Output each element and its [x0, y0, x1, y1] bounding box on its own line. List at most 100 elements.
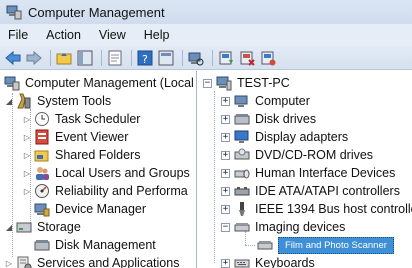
device-category-ide[interactable]: + IDE ATA/ATAPI controllers: [221, 182, 400, 200]
device-category-dvd-drives[interactable]: + DVD/CD-ROM drives: [221, 146, 373, 164]
device-category-hid[interactable]: + Human Interface Devices: [221, 164, 395, 182]
tree-item-reliability[interactable]: ▷ Reliability and Performa: [22, 182, 188, 200]
tree-item-storage[interactable]: ◢ Storage: [4, 218, 81, 236]
expand-box-icon[interactable]: +: [221, 204, 230, 214]
tree-item-label: Disk Management: [55, 238, 156, 252]
tree-item-label: Storage: [37, 220, 81, 234]
ieee1394-icon: [239, 202, 245, 216]
menu-file[interactable]: File: [6, 27, 30, 43]
tree-item-root[interactable]: Computer Management (Local: [4, 74, 194, 92]
collapse-arrow-icon[interactable]: ◢: [4, 96, 14, 106]
expand-box-icon[interactable]: +: [221, 186, 230, 196]
device-tree-label: DVD/CD-ROM drives: [255, 148, 374, 162]
console-tree-pane[interactable]: Computer Management (Local ◢ System Tool…: [0, 71, 197, 268]
uninstall-button[interactable]: [238, 49, 256, 67]
toolbar-separator: [101, 49, 102, 66]
properties-button[interactable]: [106, 49, 124, 67]
computer-management-icon: [4, 76, 20, 91]
tree-item-label: Device Manager: [55, 202, 147, 216]
tree-item-local-users[interactable]: ▷ Local Users and Groups: [22, 164, 190, 182]
device-category-disk-drives[interactable]: + Disk drives: [221, 110, 316, 128]
tree-item-shared-folders[interactable]: ▷ Shared Folders: [22, 146, 141, 164]
show-hide-tree-button[interactable]: [76, 49, 94, 67]
clock-icon: [35, 112, 49, 126]
disable-device-icon: [261, 51, 276, 65]
view-button[interactable]: [157, 49, 175, 67]
expand-box-icon[interactable]: +: [221, 114, 230, 124]
tree-item-label: Services and Applications: [37, 256, 180, 268]
help-button[interactable]: ?: [136, 49, 154, 67]
expand-arrow-icon[interactable]: ▷: [22, 150, 32, 160]
collapse-arrow-icon[interactable]: ◢: [4, 222, 14, 232]
uninstall-device-icon: [240, 51, 255, 66]
expand-arrow-icon[interactable]: ▷: [22, 114, 32, 124]
device-category-ieee1394[interactable]: + IEEE 1394 Bus host controllers: [221, 200, 412, 218]
storage-icon: [16, 222, 32, 233]
tree-item-device-manager[interactable]: Device Manager: [34, 200, 146, 218]
tree-item-event-viewer[interactable]: ▷ Event Viewer: [22, 128, 128, 146]
collapse-box-icon[interactable]: −: [221, 222, 230, 232]
view-icon: [158, 50, 174, 65]
console-tree-icon: [77, 50, 93, 65]
toolbar-separator: [50, 49, 51, 66]
expand-arrow-icon[interactable]: ▷: [22, 168, 32, 178]
disk-drive-icon: [234, 114, 250, 125]
display-adapter-icon: [234, 130, 249, 143]
device-tree-label: IEEE 1394 Bus host controllers: [255, 202, 412, 216]
tree-item-services[interactable]: ▷ Services and Applications: [4, 254, 179, 268]
up-folder-button[interactable]: [55, 49, 73, 67]
tree-item-label: System Tools: [37, 94, 112, 108]
users-icon: [36, 167, 49, 180]
services-icon: [17, 256, 32, 268]
shared-folder-icon: [34, 150, 49, 162]
device-category-computer[interactable]: + Computer: [221, 92, 310, 110]
device-tree-label: Display adapters: [255, 130, 349, 144]
folder-up-icon: [56, 52, 72, 64]
expand-box-icon[interactable]: +: [221, 96, 230, 106]
keyboard-icon: [234, 259, 250, 268]
device-film-photo-scanner[interactable]: Film and Photo Scanner: [257, 236, 394, 254]
update-driver-button[interactable]: [217, 49, 235, 67]
toolbar-separator: [131, 49, 132, 66]
disable-device-button[interactable]: [259, 49, 277, 67]
device-category-display-adapters[interactable]: + Display adapters: [221, 128, 348, 146]
tree-item-system-tools[interactable]: ◢ System Tools: [4, 92, 111, 110]
device-tree-label: Computer: [255, 94, 310, 108]
computer-icon: [234, 95, 248, 107]
device-tree-label: Disk drives: [255, 112, 317, 126]
expand-box-icon[interactable]: +: [221, 150, 230, 160]
tree-connector: [214, 91, 215, 263]
expand-box-icon[interactable]: +: [221, 168, 230, 178]
menu-action[interactable]: Action: [44, 27, 83, 43]
device-category-keyboards[interactable]: + Keyboards: [221, 254, 315, 268]
expand-arrow-icon[interactable]: ▷: [22, 186, 32, 196]
expand-arrow-icon[interactable]: ▷: [4, 258, 14, 268]
tree-item-task-scheduler[interactable]: ▷ Task Scheduler: [22, 110, 140, 128]
disk-management-icon: [34, 240, 50, 251]
expand-box-icon[interactable]: +: [221, 258, 230, 268]
tree-item-label: Local Users and Groups: [55, 166, 190, 180]
human-interface-device-icon: [234, 169, 250, 179]
title-bar[interactable]: Computer Management: [0, 0, 412, 24]
expand-arrow-icon[interactable]: ▷: [22, 132, 32, 142]
scan-hardware-icon: [188, 52, 204, 65]
tree-item-label: Event Viewer: [55, 130, 129, 144]
tree-item-label: Task Scheduler: [55, 112, 141, 126]
menu-view[interactable]: View: [97, 27, 128, 43]
tree-item-label: Reliability and Performa: [55, 184, 188, 198]
forward-button[interactable]: [25, 49, 43, 67]
collapse-box-icon[interactable]: −: [203, 78, 212, 88]
tree-connector: [245, 245, 255, 246]
menu-bar: File Action View Help: [0, 24, 412, 46]
menu-help[interactable]: Help: [142, 27, 172, 43]
device-category-imaging[interactable]: − Imaging devices: [221, 218, 345, 236]
device-tree-pane[interactable]: − TEST-PC + Computer + Disk drives + Dis…: [199, 71, 412, 268]
device-tree-root[interactable]: − TEST-PC: [203, 74, 290, 92]
tree-item-disk-management[interactable]: Disk Management: [34, 236, 156, 254]
scan-hardware-button[interactable]: [187, 49, 205, 67]
expand-box-icon[interactable]: +: [221, 132, 230, 142]
back-button[interactable]: [4, 49, 22, 67]
dvd-drive-icon: [234, 148, 250, 160]
tree-item-label: Computer Management (Local: [25, 76, 194, 90]
device-manager-icon: [34, 203, 50, 217]
